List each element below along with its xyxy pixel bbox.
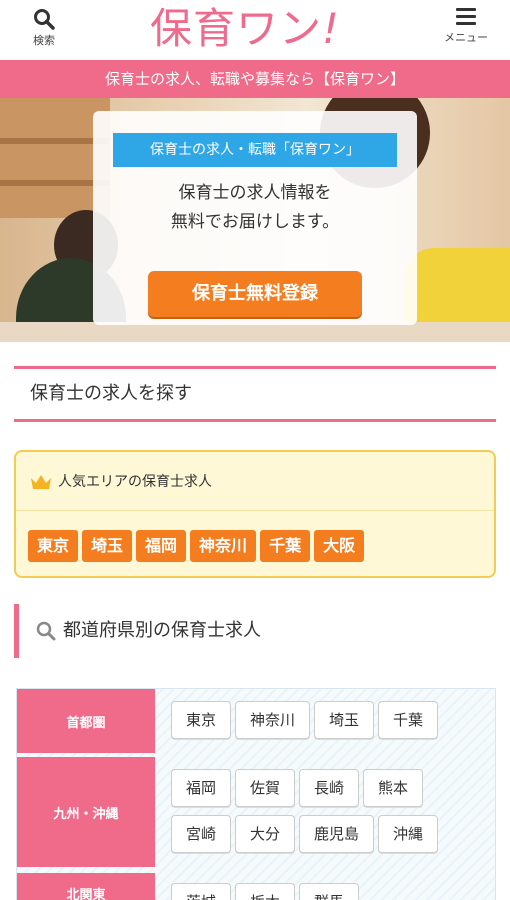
search-button[interactable]: 検索 <box>20 6 68 54</box>
region-prefectures: 東京 神奈川 埼玉 千葉 <box>171 701 491 747</box>
prefecture-chip[interactable]: 千葉 <box>378 701 439 739</box>
hero-message-line1: 保育士の求人情報を <box>178 183 332 203</box>
hero-card: 保育士の求人・転職「保育ワン」 保育士の求人情報を 無料でお届けします。 保育士… <box>93 111 417 325</box>
prefecture-chip[interactable]: 福岡 <box>171 769 232 807</box>
search-icon <box>36 621 56 641</box>
hamburger-icon <box>456 8 476 25</box>
popular-area-chip[interactable]: 埼玉 <box>82 530 133 562</box>
region-prefectures: 茨城栃木群馬 <box>171 883 491 900</box>
tagline-banner: 保育士の求人、転職や募集なら【保育ワン】 <box>0 60 510 98</box>
crown-icon <box>31 475 51 489</box>
popular-area-chip[interactable]: 福岡 <box>136 530 187 562</box>
popular-area-chip[interactable]: 大阪 <box>314 530 365 562</box>
prefecture-chip[interactable]: 埼玉 <box>314 701 375 739</box>
prefecture-chip[interactable]: 大分 <box>235 815 296 853</box>
menu-button[interactable]: メニュー <box>438 6 494 54</box>
prefecture-chip[interactable]: 茨城 <box>171 883 232 900</box>
prefecture-heading-text: 都道府県別の保育士求人 <box>63 620 261 641</box>
main-content: 保育士の求人を探す 人気エリアの保育士求人 東京 埼玉 福岡 神奈川 千葉 大阪 都道府県… <box>0 342 510 900</box>
region-row: 九州・沖縄 福岡 佐賀 長崎 熊本宮崎 大分 鹿児島 沖縄 <box>17 757 495 871</box>
region-label: 北関東 <box>17 873 155 900</box>
region-prefectures: 福岡 佐賀 長崎 熊本宮崎 大分 鹿児島 沖縄 <box>171 769 491 861</box>
prefecture-chip[interactable]: 東京 <box>171 701 232 739</box>
prefecture-chip[interactable]: 群馬 <box>299 883 360 900</box>
menu-label: メニュー <box>444 31 488 44</box>
region-row: 北関東 茨城栃木群馬 <box>17 873 495 900</box>
prefecture-chip[interactable]: 宮崎 <box>171 815 232 853</box>
popular-area-chip[interactable]: 東京 <box>28 530 79 562</box>
search-label: 検索 <box>33 34 55 47</box>
site-logo[interactable]: 保育ワン! <box>150 2 340 58</box>
region-row: 首都圏 東京 神奈川 埼玉 千葉 <box>17 689 495 757</box>
region-label: 九州・沖縄 <box>17 757 155 867</box>
hero-section: 保育士の求人・転職「保育ワン」 保育士の求人情報を 無料でお届けします。 保育士… <box>0 98 510 342</box>
prefecture-table: 首都圏 東京 神奈川 埼玉 千葉 九州・沖縄 福岡 佐賀 長崎 熊本宮崎 大分 鹿児島 沖縄 北関… <box>16 688 496 900</box>
prefecture-chip[interactable]: 沖縄 <box>378 815 439 853</box>
prefecture-chip[interactable]: 神奈川 <box>235 701 311 739</box>
popular-area-chip[interactable]: 神奈川 <box>190 530 257 562</box>
logo-bang: ! <box>322 4 340 53</box>
prefecture-chip[interactable]: 熊本 <box>363 769 424 807</box>
hero-tag: 保育士の求人・転職「保育ワン」 <box>113 133 397 167</box>
popular-areas-heading: 人気エリアの保育士求人 <box>30 470 212 494</box>
popular-areas-heading-text: 人気エリアの保育士求人 <box>58 474 212 490</box>
find-jobs-heading: 保育士の求人を探す <box>14 366 496 422</box>
prefecture-heading: 都道府県別の保育士求人 <box>14 604 496 658</box>
hero-message-line2: 無料でお届けします。 <box>170 212 340 232</box>
hero-message: 保育士の求人情報を 無料でお届けします。 <box>93 179 417 237</box>
prefecture-chip[interactable]: 栃木 <box>235 883 296 900</box>
logo-text: 保育ワン <box>150 4 323 53</box>
prefecture-chip[interactable]: 鹿児島 <box>299 815 375 853</box>
search-icon <box>34 9 55 30</box>
popular-area-list: 東京 埼玉 福岡 神奈川 千葉 大阪 <box>28 530 368 562</box>
popular-area-chip[interactable]: 千葉 <box>260 530 311 562</box>
free-registration-button[interactable]: 保育士無料登録 <box>148 271 362 317</box>
prefecture-chip[interactable]: 佐賀 <box>235 769 296 807</box>
prefecture-chip[interactable]: 長崎 <box>299 769 360 807</box>
region-label: 首都圏 <box>17 689 155 753</box>
app-header: 検索 保育ワン! メニュー <box>0 0 510 60</box>
popular-areas-box: 人気エリアの保育士求人 東京 埼玉 福岡 神奈川 千葉 大阪 <box>14 450 496 578</box>
